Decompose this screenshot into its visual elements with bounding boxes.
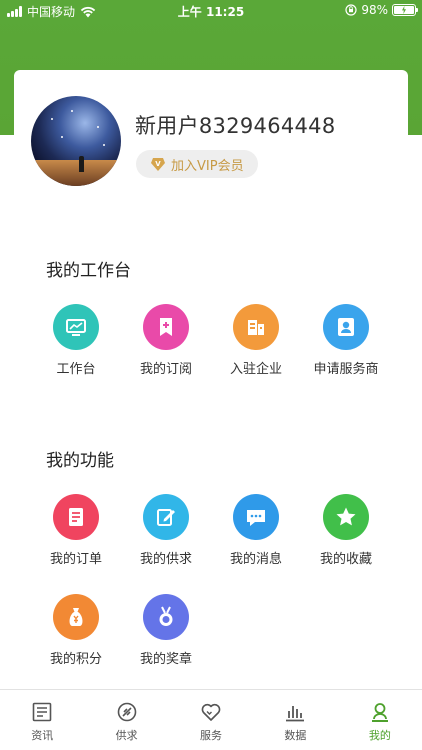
function-item-orders[interactable]: 我的订单 xyxy=(31,494,121,567)
bottom-tab-bar: 资讯 供求 服务 数据 我的 xyxy=(0,689,422,750)
avatar[interactable] xyxy=(31,96,121,186)
battery-icon xyxy=(392,4,418,16)
username: 新用户8329464448 xyxy=(135,114,336,138)
building-icon xyxy=(233,304,279,350)
bookmark-plus-icon xyxy=(143,304,189,350)
tab-label: 数据 xyxy=(284,729,307,742)
function-item-label: 我的订单 xyxy=(49,552,102,567)
workbench-item-enterprise[interactable]: 入驻企业 xyxy=(211,304,301,377)
function-item-supply[interactable]: 我的供求 xyxy=(121,494,211,567)
profile-card: 新用户8329464448 V 加入VIP会员 我的工作台 工作台 我的订阅 入… xyxy=(14,70,408,690)
money-bag-icon xyxy=(53,594,99,640)
person-icon xyxy=(371,703,388,722)
order-list-icon xyxy=(53,494,99,540)
workbench-item-apply-provider[interactable]: 申请服务商 xyxy=(301,304,391,377)
news-icon xyxy=(32,702,52,722)
tab-me[interactable]: 我的 xyxy=(338,690,422,750)
workbench-item-label: 工作台 xyxy=(56,362,96,377)
vip-label: 加入VIP会员 xyxy=(171,158,244,174)
tab-news[interactable]: 资讯 xyxy=(0,690,84,750)
tab-label: 服务 xyxy=(200,729,223,742)
workbench-item-subscriptions[interactable]: 我的订阅 xyxy=(121,304,211,377)
workbench-item-label: 我的订阅 xyxy=(139,362,192,377)
workbench-title: 我的工作台 xyxy=(46,261,131,281)
edit-icon xyxy=(143,494,189,540)
function-item-label: 我的消息 xyxy=(229,552,282,567)
tab-supply[interactable]: 供求 xyxy=(84,690,168,750)
medal-icon xyxy=(143,594,189,640)
workbench-item-label: 申请服务商 xyxy=(313,362,379,377)
orientation-lock-icon xyxy=(345,4,357,16)
workbench-item-label: 入驻企业 xyxy=(229,362,282,377)
join-vip-button[interactable]: V 加入VIP会员 xyxy=(136,150,258,178)
function-item-messages[interactable]: 我的消息 xyxy=(211,494,301,567)
function-item-label: 我的积分 xyxy=(49,652,102,667)
function-item-label: 我的收藏 xyxy=(319,552,372,567)
tab-data[interactable]: 数据 xyxy=(253,690,337,750)
supply-icon xyxy=(117,702,136,722)
status-bar: 中国移动 上午 11:25 98% xyxy=(0,0,422,22)
message-icon xyxy=(233,494,279,540)
star-icon xyxy=(323,494,369,540)
vip-crown-icon: V xyxy=(151,158,165,171)
functions-title: 我的功能 xyxy=(46,451,114,471)
tab-label: 我的 xyxy=(368,729,391,742)
function-item-points[interactable]: 我的积分 xyxy=(31,594,121,667)
user-badge-icon xyxy=(323,304,369,350)
tab-label: 供求 xyxy=(115,729,138,742)
function-item-favorites[interactable]: 我的收藏 xyxy=(301,494,391,567)
function-item-medals[interactable]: 我的奖章 xyxy=(121,594,211,667)
battery-percent: 98% xyxy=(361,3,388,17)
function-item-label: 我的奖章 xyxy=(139,652,192,667)
bar-chart-icon xyxy=(286,706,305,722)
tab-services[interactable]: 服务 xyxy=(169,690,253,750)
svg-text:V: V xyxy=(155,160,161,168)
tab-label: 资讯 xyxy=(31,729,54,742)
function-item-label: 我的供求 xyxy=(139,552,192,567)
heart-icon xyxy=(201,703,221,721)
workbench-item-desk[interactable]: 工作台 xyxy=(31,304,121,377)
monitor-chart-icon xyxy=(53,304,99,350)
